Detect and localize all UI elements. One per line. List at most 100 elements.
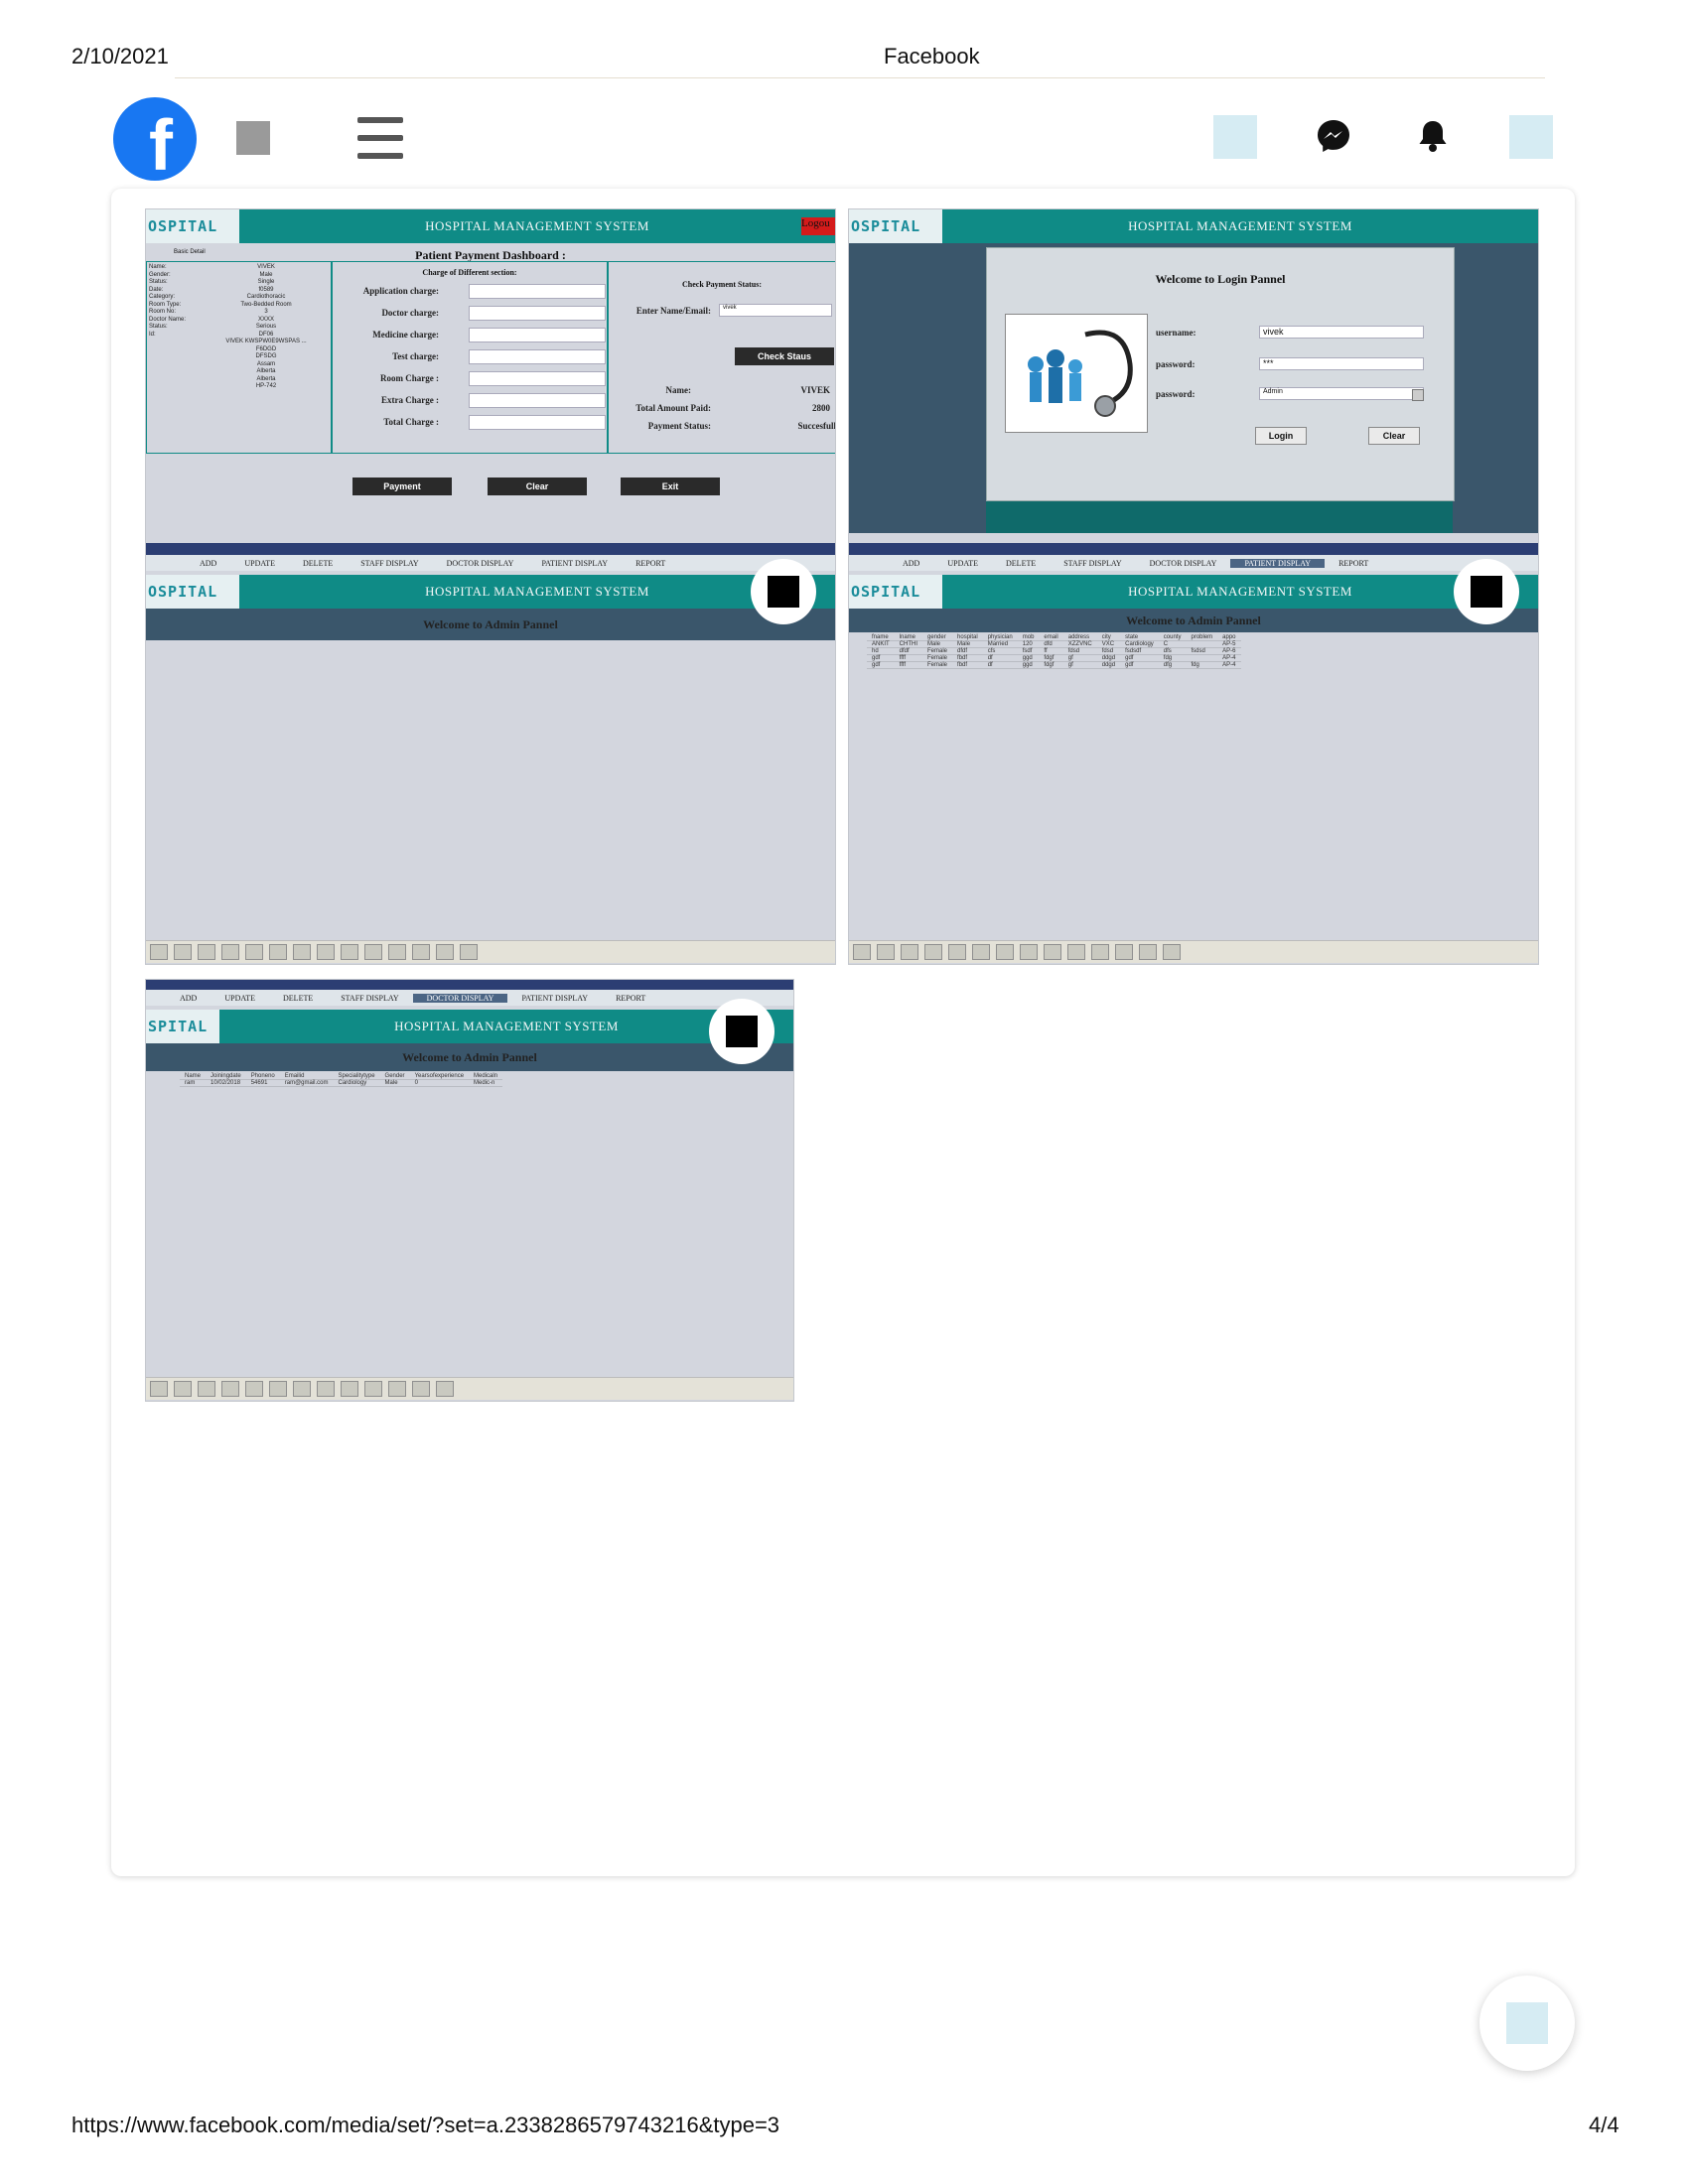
taskbar-app-icon[interactable]	[1091, 944, 1109, 960]
taskbar-app-icon[interactable]	[972, 944, 990, 960]
taskbar-app-icon[interactable]	[412, 944, 430, 960]
charge-input[interactable]	[469, 415, 606, 430]
taskbar-app-icon[interactable]	[877, 944, 895, 960]
charge-input[interactable]	[469, 393, 606, 408]
taskbar-app-icon[interactable]	[924, 944, 942, 960]
menu-delete[interactable]: DELETE	[992, 559, 1050, 568]
menu-doctor-display[interactable]: DOCTOR DISPLAY	[433, 559, 528, 568]
taskbar-app-icon[interactable]	[174, 944, 192, 960]
placeholder-icon[interactable]	[236, 121, 270, 155]
video-play-button[interactable]	[709, 999, 774, 1064]
taskbar-app-icon[interactable]	[293, 944, 311, 960]
taskbar-app-icon[interactable]	[341, 1381, 358, 1397]
photo-doctor-display[interactable]: ADD UPDATE DELETE STAFF DISPLAY DOCTOR D…	[145, 979, 794, 1402]
menu-update[interactable]: UPDATE	[230, 559, 289, 568]
facebook-logo[interactable]: f	[113, 97, 197, 186]
charge-input[interactable]	[469, 284, 606, 299]
exit-button[interactable]: Exit	[621, 478, 720, 495]
floating-action-button[interactable]	[1479, 1976, 1575, 2071]
menu-update[interactable]: UPDATE	[211, 994, 269, 1003]
charge-input[interactable]	[469, 349, 606, 364]
taskbar-app-icon[interactable]	[245, 944, 263, 960]
taskbar-app-icon[interactable]	[221, 1381, 239, 1397]
taskbar-app-icon[interactable]	[198, 1381, 215, 1397]
taskbar-app-icon[interactable]	[436, 1381, 454, 1397]
username-input[interactable]: vivek	[1259, 326, 1424, 339]
charge-input[interactable]	[469, 306, 606, 321]
table-row[interactable]: ANKIT CHTHI Male Male Married 120 dfd XZZVNC VXC…	[867, 640, 1241, 648]
table-row[interactable]: gdf ffff Female fbdf df ggd fdgf gf ddgd gdf dfg fd…	[867, 661, 1241, 669]
video-play-button[interactable]	[751, 559, 816, 624]
taskbar-app-icon[interactable]	[364, 1381, 382, 1397]
messenger-icon[interactable]	[1315, 117, 1352, 155]
hamburger-menu-icon[interactable]	[357, 115, 403, 161]
account-icon[interactable]	[1509, 115, 1553, 159]
taskbar-app-icon[interactable]	[1067, 944, 1085, 960]
menu-staff-display[interactable]: STAFF DISPLAY	[347, 559, 432, 568]
taskbar-app-icon[interactable]	[853, 944, 871, 960]
taskbar-app-icon[interactable]	[364, 944, 382, 960]
menu-doctor-display[interactable]: DOCTOR DISPLAY	[1136, 559, 1231, 568]
taskbar-app-icon[interactable]	[901, 944, 918, 960]
taskbar-app-icon[interactable]	[388, 944, 406, 960]
menu-patient-display[interactable]: PATIENT DISPLAY	[1230, 558, 1326, 568]
menu-add[interactable]: ADD	[186, 559, 230, 568]
taskbar-app-icon[interactable]	[460, 944, 478, 960]
menu-delete[interactable]: DELETE	[289, 559, 347, 568]
charge-input[interactable]	[469, 328, 606, 342]
charge-input[interactable]	[469, 371, 606, 386]
login-button[interactable]: Login	[1255, 427, 1307, 445]
taskbar-app-icon[interactable]	[1020, 944, 1038, 960]
taskbar-app-icon[interactable]	[293, 1381, 311, 1397]
menu-patient-display[interactable]: PATIENT DISPLAY	[507, 994, 602, 1003]
chevron-down-icon[interactable]	[1412, 389, 1424, 401]
menu-update[interactable]: UPDATE	[933, 559, 992, 568]
taskbar-app-icon[interactable]	[412, 1381, 430, 1397]
taskbar-app-icon[interactable]	[1115, 944, 1133, 960]
taskbar-app-icon[interactable]	[269, 1381, 287, 1397]
check-status-button[interactable]: Check Staus	[735, 347, 834, 365]
login-clear-button[interactable]: Clear	[1368, 427, 1420, 445]
password-input[interactable]: ***	[1259, 357, 1424, 370]
menu-report[interactable]: REPORT	[622, 559, 679, 568]
taskbar-app-icon[interactable]	[948, 944, 966, 960]
menu-staff-display[interactable]: STAFF DISPLAY	[1050, 559, 1135, 568]
taskbar-app-icon[interactable]	[245, 1381, 263, 1397]
clear-button[interactable]: Clear	[488, 478, 587, 495]
menu-doctor-display[interactable]: DOCTOR DISPLAY	[412, 993, 508, 1003]
menu-report[interactable]: REPORT	[1325, 559, 1382, 568]
taskbar-app-icon[interactable]	[174, 1381, 192, 1397]
logout-button[interactable]: Logou	[801, 217, 835, 235]
taskbar-app-icon[interactable]	[436, 944, 454, 960]
taskbar-app-icon[interactable]	[388, 1381, 406, 1397]
taskbar-app-icon[interactable]	[1139, 944, 1157, 960]
taskbar-app-icon[interactable]	[317, 944, 335, 960]
taskbar-app-icon[interactable]	[150, 1381, 168, 1397]
menu-add[interactable]: ADD	[889, 559, 933, 568]
notifications-bell-icon[interactable]	[1414, 117, 1452, 155]
payment-button[interactable]: Payment	[352, 478, 452, 495]
menu-report[interactable]: REPORT	[602, 994, 659, 1003]
photo-payment-dashboard[interactable]: OSPITAL HOSPITAL MANAGEMENT SYSTEM Logou…	[145, 208, 836, 965]
table-row[interactable]: hd dfdf Female dfdf cfs fsdf ff fdsd fdsd fsdsdf d…	[867, 647, 1241, 655]
enter-name-input[interactable]: vivek	[719, 304, 832, 317]
taskbar-app-icon[interactable]	[269, 944, 287, 960]
table-row[interactable]: gdf ffff Female fbdf df ggd fdgf gf ddgd gdf fdg AP…	[867, 654, 1241, 662]
photo-login-patient[interactable]: OSPITAL HOSPITAL MANAGEMENT SYSTEM Welco…	[848, 208, 1539, 965]
taskbar-app-icon[interactable]	[341, 944, 358, 960]
table-row[interactable]: ram 10/02/2018 54691 ram@gmail.com Cardiolog…	[180, 1079, 503, 1087]
taskbar-app-icon[interactable]	[996, 944, 1014, 960]
video-play-button[interactable]	[1454, 559, 1519, 624]
menu-add[interactable]: ADD	[166, 994, 211, 1003]
menu-patient-display[interactable]: PATIENT DISPLAY	[527, 559, 622, 568]
taskbar-app-icon[interactable]	[1044, 944, 1061, 960]
create-icon[interactable]	[1213, 115, 1257, 159]
taskbar-app-icon[interactable]	[198, 944, 215, 960]
role-select[interactable]: Admin	[1259, 387, 1424, 400]
menu-delete[interactable]: DELETE	[269, 994, 327, 1003]
taskbar-app-icon[interactable]	[150, 944, 168, 960]
taskbar-app-icon[interactable]	[1163, 944, 1181, 960]
taskbar-app-icon[interactable]	[317, 1381, 335, 1397]
taskbar-app-icon[interactable]	[221, 944, 239, 960]
menu-staff-display[interactable]: STAFF DISPLAY	[327, 994, 412, 1003]
